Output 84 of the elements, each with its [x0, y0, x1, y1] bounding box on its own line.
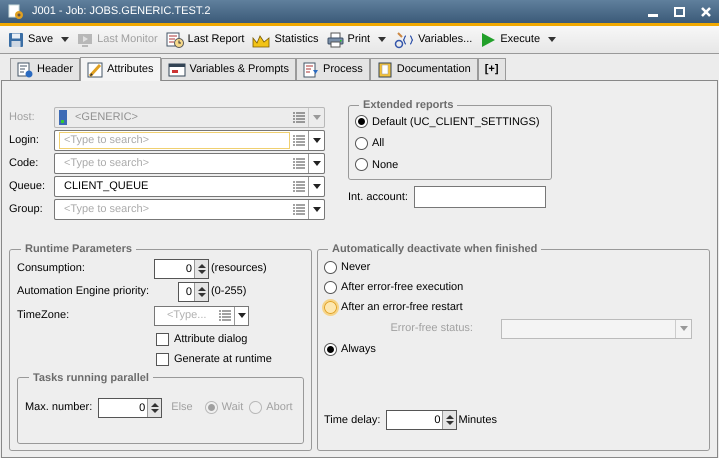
radio-label[interactable]: Always [341, 341, 376, 358]
toolbar-button[interactable]: Statistics [252, 31, 318, 48]
dropdown-caret-icon [312, 161, 320, 166]
field-label: Time delay: [324, 412, 380, 428]
field-label: TimeZone: [17, 308, 70, 324]
checkbox-option[interactable]: Attribute dialog [156, 332, 304, 346]
radio-button[interactable] [355, 136, 368, 150]
list-icon [293, 181, 305, 192]
dropdown-caret-icon [312, 207, 320, 212]
close-icon[interactable] [701, 6, 711, 16]
toolbar-button[interactable]: Execute [480, 31, 540, 48]
number-spinner[interactable]: 0 [178, 282, 209, 302]
number-spinner[interactable]: 0 [98, 398, 162, 418]
group-title: Runtime Parameters [24, 242, 133, 257]
variables-icon [394, 30, 414, 48]
else-label: Else [171, 400, 193, 416]
radio-button[interactable] [324, 281, 337, 294]
dropdown-caret-icon [238, 313, 246, 318]
checkbox-option[interactable]: Generate at runtime [156, 352, 304, 366]
window-title: J001 - Job: JOBS.GENERIC.TEST.2 [32, 4, 212, 20]
toolbar-button[interactable]: Last Report [166, 31, 244, 48]
field-label: Consumption: [17, 261, 86, 276]
field-label: Group: [9, 202, 44, 218]
printer-icon [326, 32, 344, 48]
radio-button[interactable] [324, 343, 337, 356]
radio-label[interactable]: After an error-free restart [341, 299, 463, 316]
tab[interactable]: Header [10, 58, 80, 80]
spinner-arrows-icon [198, 286, 206, 298]
tab[interactable]: Process [296, 58, 370, 80]
radio-button[interactable] [355, 115, 368, 128]
list-icon [293, 204, 305, 215]
spinner-arrows-icon [446, 414, 454, 426]
unit-label: (resources) [211, 261, 267, 276]
radio-label[interactable]: After error-free execution [341, 279, 464, 296]
tab[interactable]: Attributes [80, 57, 161, 81]
tab[interactable]: [+] [478, 58, 506, 80]
unit-label: Minutes [458, 412, 497, 428]
server-icon [59, 110, 67, 125]
dropdown-caret-icon [312, 138, 320, 143]
report-clock-icon [166, 32, 184, 48]
group-title: Automatically deactivate when finished [331, 242, 538, 257]
field-label: Max. number: [25, 400, 92, 416]
spinner-arrows-icon [150, 402, 159, 414]
play-icon [480, 32, 496, 48]
field-label: Queue: [9, 179, 46, 194]
window-icon [168, 62, 186, 76]
radio-label[interactable]: All [372, 135, 384, 152]
dropdown-caret-icon [312, 184, 320, 189]
tab[interactable]: Variables & Prompts [160, 58, 296, 80]
toolbar-button[interactable]: Variables... [394, 30, 472, 48]
list-icon [293, 158, 305, 169]
document-arrow-icon [303, 62, 319, 78]
group-title: Extended reports [362, 98, 454, 113]
unit-label: (0-255) [211, 284, 246, 300]
monitor-icon [77, 32, 94, 48]
dropdown-caret-icon [312, 115, 320, 120]
combo-field[interactable]: CLIENT_QUEUE [54, 176, 325, 197]
radio-label[interactable]: None [372, 156, 398, 173]
list-icon [293, 135, 305, 146]
group-title: Tasks running parallel [32, 370, 150, 386]
toolbar-button[interactable]: Save [8, 31, 54, 48]
tab[interactable]: Documentation [370, 58, 478, 80]
document-info-icon [17, 62, 33, 78]
list-icon [219, 310, 231, 321]
list-icon [293, 112, 305, 123]
field-label: Automation Engine priority: [17, 284, 150, 300]
number-spinner[interactable]: 0 [154, 258, 209, 278]
toolbar-button[interactable]: Print [326, 31, 370, 48]
maximize-icon[interactable] [674, 6, 685, 16]
radio-button[interactable] [324, 261, 337, 274]
field-label: Error-free status: [389, 321, 474, 336]
input-field[interactable] [414, 186, 546, 208]
number-spinner[interactable]: 0 [386, 410, 458, 430]
radio-label[interactable]: Never [341, 259, 370, 276]
field-label: Int. account: [348, 190, 408, 205]
radio-label[interactable]: Default (UC_CLIENT_SETTINGS) [372, 114, 540, 130]
document-gear-icon [8, 4, 24, 20]
radio-button[interactable] [355, 158, 368, 172]
dropdown-caret-icon [680, 326, 688, 331]
spinner-arrows-icon [198, 262, 206, 274]
field-label: Login: [9, 133, 40, 148]
field-label: Host: [9, 110, 36, 126]
field-label: Code: [9, 156, 40, 172]
book-icon [376, 62, 393, 78]
